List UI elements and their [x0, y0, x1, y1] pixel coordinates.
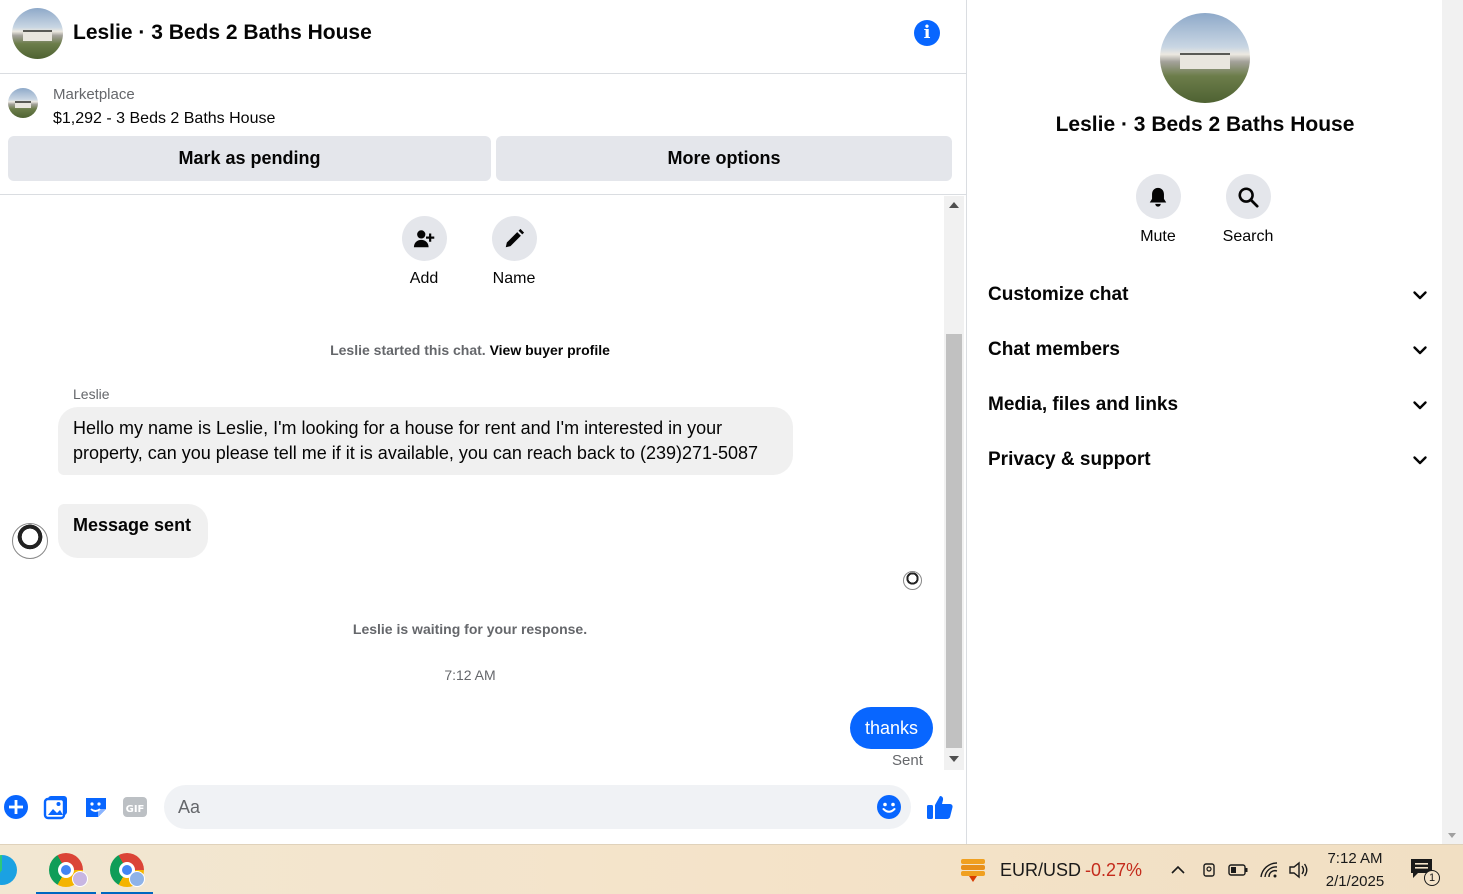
info-icon[interactable]: i	[914, 20, 940, 46]
profile-badge-icon	[72, 871, 88, 887]
message-composer: GIF	[0, 778, 967, 838]
notification-count-badge: 1	[1424, 870, 1440, 886]
chat-pane: Leslie · 3 Beds 2 Baths House i Marketpl…	[0, 0, 967, 844]
chat-details-pane: Leslie · 3 Beds 2 Baths House Mute Searc…	[968, 0, 1442, 844]
show-hidden-icons-chevron-icon[interactable]	[1168, 860, 1188, 880]
scroll-down-arrow-icon[interactable]	[1448, 833, 1456, 838]
search-icon	[1225, 174, 1271, 219]
sender-avatar[interactable]	[12, 523, 48, 559]
listing-thumbnail[interactable]	[8, 88, 38, 118]
taskbar-app-edge[interactable]	[0, 845, 18, 894]
scrollbar-thumb[interactable]	[946, 334, 962, 748]
volume-icon[interactable]	[1288, 860, 1308, 880]
section-label: Chat members	[988, 339, 1120, 360]
message-scrollbar[interactable]	[944, 196, 964, 770]
mute-action[interactable]: Mute	[1118, 174, 1198, 246]
scroll-down-arrow-icon[interactable]	[949, 756, 959, 762]
scroll-up-arrow-icon[interactable]	[949, 202, 959, 208]
profile-badge-icon	[129, 871, 145, 887]
search-action[interactable]: Search	[1208, 174, 1288, 246]
thumbs-up-icon[interactable]	[925, 792, 955, 822]
plus-icon[interactable]	[3, 794, 29, 820]
more-options-button[interactable]: More options	[496, 136, 952, 181]
incoming-message[interactable]: Hello my name is Leslie, I'm looking for…	[58, 407, 793, 475]
view-buyer-profile-link[interactable]: View buyer profile	[490, 342, 610, 358]
notification-center-icon[interactable]: 1	[1410, 858, 1440, 886]
chat-started-text: Leslie started this chat.	[330, 342, 486, 358]
incoming-message[interactable]: Message sent	[58, 504, 208, 558]
page-scrollbar[interactable]	[1442, 0, 1463, 844]
battery-icon[interactable]	[1228, 860, 1248, 880]
sent-status: Sent	[892, 752, 923, 769]
mute-label: Mute	[1140, 228, 1176, 245]
section-label: Privacy & support	[988, 449, 1151, 470]
clock-date[interactable]: 2/1/2025	[1315, 873, 1395, 890]
taskbar-app-chrome[interactable]	[101, 845, 153, 894]
listing-source: Marketplace	[53, 86, 135, 103]
ticker-change[interactable]: -0.27%	[1085, 860, 1142, 881]
section-chat-members[interactable]: Chat members	[988, 330, 1428, 370]
chat-started-notice: Leslie started this chat. View buyer pro…	[0, 342, 940, 358]
wifi-icon[interactable]	[1259, 860, 1279, 880]
stock-widget-icon[interactable]	[958, 857, 988, 883]
svg-text:GIF: GIF	[126, 804, 145, 815]
listing-description[interactable]: $1,292 - 3 Beds 2 Baths House	[53, 110, 275, 128]
seen-receipt-avatar	[903, 571, 922, 590]
chevron-down-icon	[1413, 291, 1427, 300]
name-label: Name	[492, 270, 536, 287]
add-label: Add	[409, 270, 439, 287]
gif-icon[interactable]: GIF	[122, 794, 148, 820]
details-avatar[interactable]	[1160, 13, 1250, 103]
sticker-icon[interactable]	[83, 794, 109, 820]
sender-name: Leslie	[73, 386, 110, 402]
add-person-icon	[401, 216, 447, 261]
conversation-avatar[interactable]	[12, 8, 63, 59]
details-title: Leslie · 3 Beds 2 Baths House	[1055, 113, 1355, 136]
chevron-down-icon	[1413, 456, 1427, 465]
photo-icon[interactable]	[43, 794, 69, 820]
section-media-files-links[interactable]: Media, files and links	[988, 385, 1428, 425]
message-list: Add Name Leslie started this chat. View …	[0, 196, 944, 770]
listing-bar: Marketplace $1,292 - 3 Beds 2 Baths Hous…	[0, 75, 967, 195]
section-label: Media, files and links	[988, 394, 1179, 415]
taskbar: EUR/USD -0.27% 7:12 AM 2/1/2025 1	[0, 844, 1463, 894]
message-input[interactable]	[164, 785, 911, 829]
chevron-down-icon	[1413, 401, 1427, 410]
section-privacy-support[interactable]: Privacy & support	[988, 440, 1428, 480]
chevron-down-icon	[1413, 346, 1427, 355]
section-customize-chat[interactable]: Customize chat	[988, 275, 1428, 315]
search-label: Search	[1222, 228, 1274, 245]
taskbar-app-chrome[interactable]	[36, 845, 96, 894]
ticker-symbol[interactable]: EUR/USD	[1000, 860, 1081, 881]
pencil-icon	[491, 216, 537, 261]
conversation-title[interactable]: Leslie · 3 Beds 2 Baths House	[73, 21, 372, 45]
name-chat-action[interactable]: Name	[479, 216, 549, 288]
message-timestamp: 7:12 AM	[444, 667, 496, 683]
clock-time[interactable]: 7:12 AM	[1315, 850, 1395, 867]
emoji-icon[interactable]	[876, 794, 902, 820]
section-label: Customize chat	[988, 284, 1129, 305]
chat-header: Leslie · 3 Beds 2 Baths House i	[0, 0, 967, 74]
edge-icon	[0, 855, 17, 885]
outgoing-message[interactable]: thanks	[850, 707, 934, 749]
waiting-notice: Leslie is waiting for your response.	[352, 621, 588, 637]
bell-icon	[1135, 174, 1181, 219]
add-people-action[interactable]: Add	[389, 216, 459, 288]
mark-as-pending-button[interactable]: Mark as pending	[8, 136, 491, 181]
camera-icon[interactable]	[1199, 860, 1219, 880]
